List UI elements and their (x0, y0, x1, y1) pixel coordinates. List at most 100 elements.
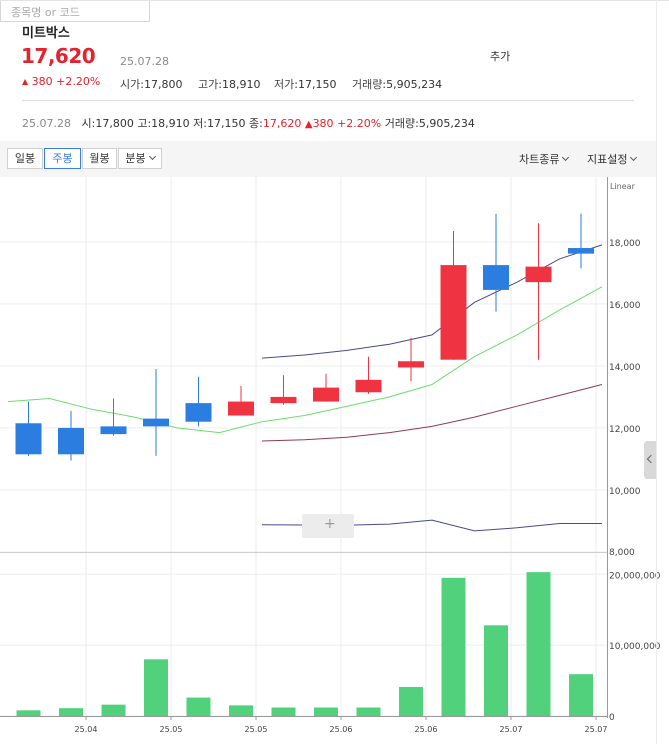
low-label: 저가 (274, 78, 295, 91)
change-percent: +2.20% (56, 75, 101, 88)
volume-bar (569, 674, 593, 716)
volume-bar (144, 659, 168, 716)
chart-toolbar: 일봉 주봉 월봉 분봉 차트종류 지표설정 (0, 141, 656, 177)
info-volume-value: 5,905,234 (418, 117, 475, 130)
volume-bar (526, 572, 551, 716)
high-stat: 고가:18,910 (198, 78, 261, 91)
high-value: 18,910 (221, 78, 261, 91)
volume-bar (271, 707, 296, 716)
chevron-down-icon (630, 153, 638, 162)
candle-body (568, 248, 594, 254)
daily-button[interactable]: 일봉 (7, 148, 43, 169)
chart-type-label: 차트종류 (519, 153, 560, 166)
high-label: 고가 (198, 78, 219, 91)
volume-tick-label: 10,000,000 (609, 642, 661, 652)
side-panel-toggle[interactable] (644, 441, 656, 479)
indicator-settings-dropdown[interactable]: 지표설정 (587, 151, 638, 167)
candle-body (143, 418, 169, 427)
stock-chart: Linear 10,000 12,000 14,000 16,000 18,000 8,00… (0, 177, 661, 734)
panel-resize-handle[interactable]: + (302, 514, 354, 538)
up-arrow-icon: ▲ (22, 77, 29, 86)
change-amount: 380 (31, 75, 53, 88)
moving-average-short-line (261, 244, 603, 359)
chart-type-dropdown[interactable]: 차트종류 (519, 151, 570, 167)
add-button[interactable]: 추가 (490, 48, 510, 64)
weekly-button[interactable]: 주봉 (44, 148, 81, 169)
volume-bar (399, 686, 423, 716)
volume-stat: 거래량:5,905,234 (352, 78, 443, 91)
price-tick-label: 10,000 (609, 487, 641, 497)
price-date: 25.07.28 (120, 55, 169, 68)
stock-name: 미트박스 (22, 26, 70, 41)
volume-tick-label: 20,000,000 (609, 571, 661, 581)
candle-body (228, 401, 254, 416)
price-tick-label: 8,000 (609, 548, 635, 558)
volume-tick-label: 0 (609, 713, 615, 723)
info-high-label: 고 (137, 117, 148, 130)
candle-body (483, 265, 509, 290)
indicator-settings-label: 지표설정 (587, 153, 628, 166)
price-tick-label: 14,000 (609, 363, 641, 373)
candle-body (15, 423, 42, 455)
info-volume-label: 거래량 (384, 117, 416, 130)
info-up-arrow-icon: ▲ (304, 119, 313, 130)
candle-body (58, 427, 84, 455)
info-open-value: 17,800 (95, 117, 134, 130)
x-tick-label: 25.06 (415, 725, 438, 734)
volume-value: 5,905,234 (386, 78, 443, 91)
info-high-value: 18,910 (151, 117, 190, 130)
x-tick-label: 25.07 (585, 725, 608, 734)
volume-bar (229, 705, 253, 716)
minute-label: 분봉 (125, 152, 146, 165)
candle-body (100, 426, 127, 435)
info-change-amount: 380 (312, 117, 334, 130)
volume-bar (441, 577, 466, 716)
scale-label: Linear (610, 182, 636, 191)
candle-body (398, 361, 424, 368)
candle-body (440, 265, 467, 360)
crosshair-icon: + (324, 516, 336, 532)
volume-bar (186, 697, 211, 716)
right-border (656, 0, 657, 744)
low-stat: 저가:17,150 (274, 78, 337, 91)
candle-body (270, 396, 297, 404)
price-tick-label: 16,000 (609, 301, 641, 311)
volume-bar (101, 704, 126, 716)
info-change-percent: +2.20% (337, 117, 382, 130)
x-tick-label: 25.05 (245, 725, 268, 734)
open-value: 17,800 (143, 78, 183, 91)
moving-average-mid-line (7, 286, 603, 434)
x-tick-label: 25.06 (330, 725, 353, 734)
volume-bar (314, 707, 338, 716)
chevron-down-icon (148, 152, 156, 161)
chevron-down-icon (562, 153, 570, 162)
price-change: ▲ 380 +2.20% (22, 75, 100, 88)
volume-bar (356, 707, 381, 716)
info-date: 25.07.28 (22, 117, 71, 130)
stock-search-input[interactable] (1, 2, 151, 23)
chart-area[interactable]: Linear 10,000 12,000 14,000 16,000 18,000 8,00… (0, 177, 669, 744)
volume-label: 거래량 (352, 78, 383, 91)
low-value: 17,150 (297, 78, 337, 91)
info-close-label: 종 (249, 117, 260, 130)
price-tick-label: 18,000 (609, 239, 641, 249)
ohlc-info-row: 25.07.28 시:17,800 고:18,910 저:17,150 종:17… (22, 117, 475, 130)
header-divider (22, 100, 634, 101)
info-low-label: 저 (193, 117, 204, 130)
open-stat: 시가:17,800 (120, 78, 183, 91)
x-tick-label: 25.07 (500, 725, 523, 734)
volume-bar (484, 625, 508, 716)
info-low-value: 17,150 (207, 117, 246, 130)
candle-body (525, 266, 552, 283)
minute-dropdown[interactable]: 분봉 (118, 148, 162, 169)
x-tick-label: 25.04 (75, 725, 98, 734)
candle-body (355, 379, 382, 393)
candle-body (185, 403, 212, 422)
price-tick-label: 12,000 (609, 425, 641, 435)
stock-search-box (0, 0, 151, 23)
monthly-button[interactable]: 월봉 (82, 148, 117, 169)
x-tick-label: 25.05 (160, 725, 183, 734)
volume-bar (59, 708, 83, 716)
volume-bar (16, 710, 41, 716)
open-label: 시가 (120, 78, 141, 91)
